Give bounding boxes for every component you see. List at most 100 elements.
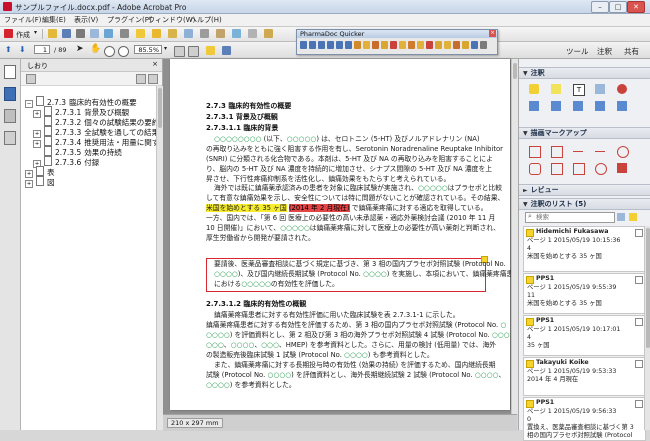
- scroll-thumb[interactable]: [646, 228, 650, 348]
- bookmark-item[interactable]: +2.7.3.6 付録: [33, 156, 99, 168]
- pd-tool-10-icon[interactable]: [381, 41, 388, 49]
- pd-tool-19-icon[interactable]: [462, 41, 469, 49]
- scroll-thumb[interactable]: [513, 63, 517, 79]
- comment-checkbox[interactable]: [635, 400, 643, 408]
- menu-edit[interactable]: 編集(E): [42, 15, 66, 25]
- pd-tool-15-icon[interactable]: [426, 41, 433, 49]
- bookmark-item[interactable]: +2.7.3.4 推奨用法・用量に関する臨: [33, 136, 174, 148]
- bookmarks-panel-icon[interactable]: [4, 87, 16, 101]
- highlight-icon[interactable]: [168, 29, 177, 38]
- sort-icon[interactable]: [629, 213, 637, 221]
- pd-tool-7-icon[interactable]: [354, 41, 361, 49]
- cloud-tool-icon[interactable]: [529, 163, 541, 175]
- palette-close-icon[interactable]: ×: [489, 30, 496, 37]
- expand-icon[interactable]: +: [25, 180, 33, 188]
- review-section-header[interactable]: ► レビュー: [519, 184, 650, 196]
- zoom-in-icon[interactable]: [118, 46, 129, 57]
- textbox-tool-icon[interactable]: [551, 146, 563, 158]
- underline-tool-icon[interactable]: [595, 101, 605, 111]
- menu-window[interactable]: ウィンドウ(W): [148, 15, 195, 25]
- comment-card[interactable]: PPS1 ページ 1 2015/05/19 9:56:33 0 置換え、医薬品審査相談…: [523, 397, 646, 441]
- comment-search-input[interactable]: [525, 212, 615, 223]
- email-icon[interactable]: [104, 29, 113, 38]
- collapse-icon[interactable]: −: [25, 100, 33, 108]
- signatures-panel-icon[interactable]: [4, 131, 16, 145]
- scroll-thumb[interactable]: [158, 88, 162, 128]
- comment-scrollbar[interactable]: [644, 226, 650, 430]
- pharmadoc-quicker-palette[interactable]: PharmaDoc Quicker ×: [296, 29, 498, 55]
- zoom-dropdown-icon[interactable]: ▾: [164, 45, 167, 52]
- bookmark-item[interactable]: −2.7.3 臨床的有効性の概要: [25, 96, 137, 108]
- pd-tool-17-icon[interactable]: [444, 41, 451, 49]
- pencil-tool-icon[interactable]: [595, 163, 607, 175]
- sign-icon[interactable]: [232, 29, 241, 38]
- comment-checkbox[interactable]: [635, 360, 643, 368]
- add-note-tool-icon[interactable]: [617, 101, 627, 111]
- eraser-tool-icon[interactable]: [617, 163, 627, 173]
- bookmark-item[interactable]: + 図: [25, 176, 55, 188]
- arrow-tool-icon[interactable]: [595, 151, 605, 152]
- new-bookmark-icon[interactable]: [148, 74, 158, 84]
- comment-icon[interactable]: [136, 29, 145, 38]
- attachments-panel-icon[interactable]: [4, 109, 16, 123]
- open-folder-icon[interactable]: [48, 29, 57, 38]
- menu-help[interactable]: ヘルプ(H): [190, 15, 222, 25]
- delete-bookmark-icon[interactable]: [136, 74, 146, 84]
- review-icon[interactable]: [264, 29, 273, 38]
- drawing-markup-section-header[interactable]: ▼ 描画マークアップ: [519, 127, 650, 139]
- comment-checkbox[interactable]: [635, 318, 643, 326]
- arrow-up-icon[interactable]: ⬆: [5, 45, 12, 54]
- bookmark-item[interactable]: 2.7.3.2 個々の試験結果の要約: [33, 116, 159, 127]
- share-pane-button[interactable]: 共有: [624, 46, 639, 57]
- highlight-yellow[interactable]: 米国を始めとする 35 ヶ国: [206, 204, 287, 212]
- comment-checkbox[interactable]: [635, 229, 643, 237]
- pd-tool-11-icon[interactable]: [390, 41, 397, 49]
- polygon-tool-icon[interactable]: [551, 163, 563, 175]
- pd-tool-3-icon[interactable]: [318, 41, 325, 49]
- pd-tool-21-icon[interactable]: [480, 41, 487, 49]
- zoom-input[interactable]: 85.5%: [134, 45, 162, 54]
- close-button[interactable]: ✕: [627, 1, 645, 13]
- pages-panel-icon[interactable]: [4, 65, 16, 79]
- comment-card[interactable]: PPS1 ページ 1 2015/05/19 9:55:39 11 米国を始めとする 3…: [523, 273, 646, 314]
- pd-tool-13-icon[interactable]: [408, 41, 415, 49]
- save-icon[interactable]: [62, 29, 71, 38]
- pd-tool-4-icon[interactable]: [327, 41, 334, 49]
- pd-tool-5-icon[interactable]: [336, 41, 343, 49]
- zoom-out-icon[interactable]: [104, 46, 115, 57]
- text-tool-icon[interactable]: T: [573, 84, 585, 96]
- chevron-down-icon[interactable]: ▾: [34, 29, 37, 36]
- connected-lines-tool-icon[interactable]: [573, 163, 585, 175]
- page-number-input[interactable]: 1: [34, 45, 50, 54]
- pd-tool-14-icon[interactable]: [417, 41, 424, 49]
- pd-tool-9-icon[interactable]: [372, 41, 379, 49]
- menu-plugin[interactable]: プラグイン(P): [107, 15, 152, 25]
- create-button[interactable]: 作成: [16, 30, 30, 40]
- arrow-down-icon[interactable]: ⬇: [19, 45, 26, 54]
- bookmark-item[interactable]: + 表: [25, 166, 55, 178]
- oval-tool-icon[interactable]: [617, 146, 629, 158]
- more-tools-icon[interactable]: [248, 29, 257, 38]
- menu-file[interactable]: ファイル(F): [4, 15, 42, 25]
- fit-page-icon[interactable]: [174, 46, 185, 57]
- comment-card[interactable]: Takayuki Koike ページ 1 2015/05/19 9:53:33 20…: [523, 357, 646, 396]
- panel-close-icon[interactable]: ×: [152, 60, 158, 68]
- rectangle-tool-icon[interactable]: [529, 146, 541, 158]
- pd-tool-20-icon[interactable]: [471, 41, 478, 49]
- sticky-note-icon[interactable]: [152, 29, 161, 38]
- palette-title-bar[interactable]: PharmaDoc Quicker ×: [297, 30, 497, 38]
- create-icon[interactable]: [4, 29, 13, 38]
- comment-checkbox[interactable]: [635, 276, 643, 284]
- sign-pane-button[interactable]: 注釈: [597, 46, 612, 57]
- maximize-button[interactable]: □: [609, 1, 627, 13]
- pd-tool-16-icon[interactable]: [435, 41, 442, 49]
- options-icon[interactable]: [26, 74, 36, 84]
- attach-icon[interactable]: [120, 29, 129, 38]
- settings-icon[interactable]: [90, 29, 99, 38]
- line-tool-icon[interactable]: [573, 151, 583, 152]
- comment-card[interactable]: Hidemichi Fukasawa ページ 1 2015/05/19 10:15…: [523, 226, 646, 272]
- bookmark-item[interactable]: +2.7.3.3 全試験を通しての結果の比: [33, 126, 174, 138]
- pd-tool-18-icon[interactable]: [453, 41, 460, 49]
- share-icon[interactable]: [200, 29, 209, 38]
- comment-list-section-header[interactable]: ▼ 注釈のリスト (5): [519, 198, 650, 210]
